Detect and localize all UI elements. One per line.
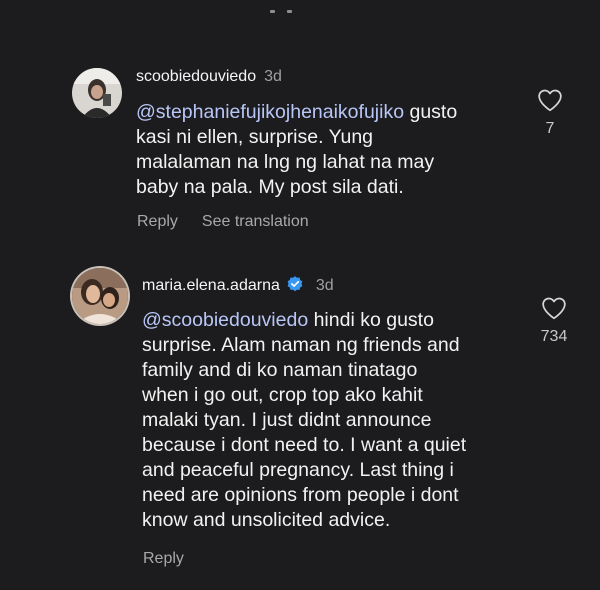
like-count: 734 bbox=[540, 328, 568, 345]
mention-link[interactable]: @stephaniefujikojhenaikofujiko bbox=[136, 101, 404, 123]
heart-icon[interactable] bbox=[537, 88, 563, 112]
previous-comment-remnant bbox=[270, 0, 330, 13]
comment-line: family and di ko naman tinatago bbox=[142, 359, 418, 381]
comment-text: @scoobiedouviedo hindi ko gusto surprise… bbox=[142, 308, 522, 533]
avatar[interactable] bbox=[72, 68, 122, 118]
heart-icon[interactable] bbox=[541, 296, 567, 320]
username[interactable]: scoobiedouviedo bbox=[136, 68, 256, 85]
comment-line: @stephaniefujikojhenaikofujiko gusto bbox=[136, 101, 458, 123]
username[interactable]: maria.elena.adarna bbox=[142, 277, 280, 294]
comment-line: when i go out, crop top ako kahit bbox=[142, 384, 423, 406]
comment-line: baby na pala. My post sila dati. bbox=[136, 176, 404, 198]
comment-line: @scoobiedouviedo hindi ko gusto bbox=[142, 309, 434, 331]
comment-line: because i dont need to. I want a quiet bbox=[142, 434, 467, 456]
verified-badge-icon bbox=[287, 276, 303, 292]
comment-actions: Reply See translation bbox=[137, 213, 333, 231]
comment-header: maria.elena.adarna 3d bbox=[142, 275, 334, 296]
comment-line: know and unsolicited advice. bbox=[142, 509, 391, 531]
comment-line: kasi ni ellen, surprise. Yung bbox=[136, 126, 374, 148]
comment-line: and peaceful pregnancy. Last thing i bbox=[142, 459, 454, 481]
comment-actions: Reply bbox=[143, 550, 208, 568]
like-group: 7 bbox=[530, 88, 570, 138]
comment-header: scoobiedouviedo 3d bbox=[136, 67, 282, 87]
comment-text: @stephaniefujikojhenaikofujiko gusto kas… bbox=[136, 100, 516, 200]
mention-link[interactable]: @scoobiedouviedo bbox=[142, 309, 308, 331]
avatar[interactable] bbox=[72, 268, 128, 324]
comment-line: need are opinions from people i dont bbox=[142, 484, 459, 506]
reply-button[interactable]: Reply bbox=[143, 550, 184, 567]
comment-line: malalaman na lng ng lahat na may bbox=[136, 151, 435, 173]
see-translation-button[interactable]: See translation bbox=[202, 213, 309, 230]
avatar-image-icon bbox=[72, 268, 128, 324]
timestamp: 3d bbox=[315, 277, 334, 294]
comment-line: surprise. Alam naman ng friends and bbox=[142, 334, 460, 356]
reply-button[interactable]: Reply bbox=[137, 213, 178, 230]
avatar-image-icon bbox=[72, 68, 122, 118]
timestamp: 3d bbox=[264, 68, 282, 85]
comment-line: malaki tyan. I just didnt announce bbox=[142, 409, 432, 431]
like-count: 7 bbox=[545, 120, 555, 137]
like-group: 734 bbox=[534, 296, 574, 346]
